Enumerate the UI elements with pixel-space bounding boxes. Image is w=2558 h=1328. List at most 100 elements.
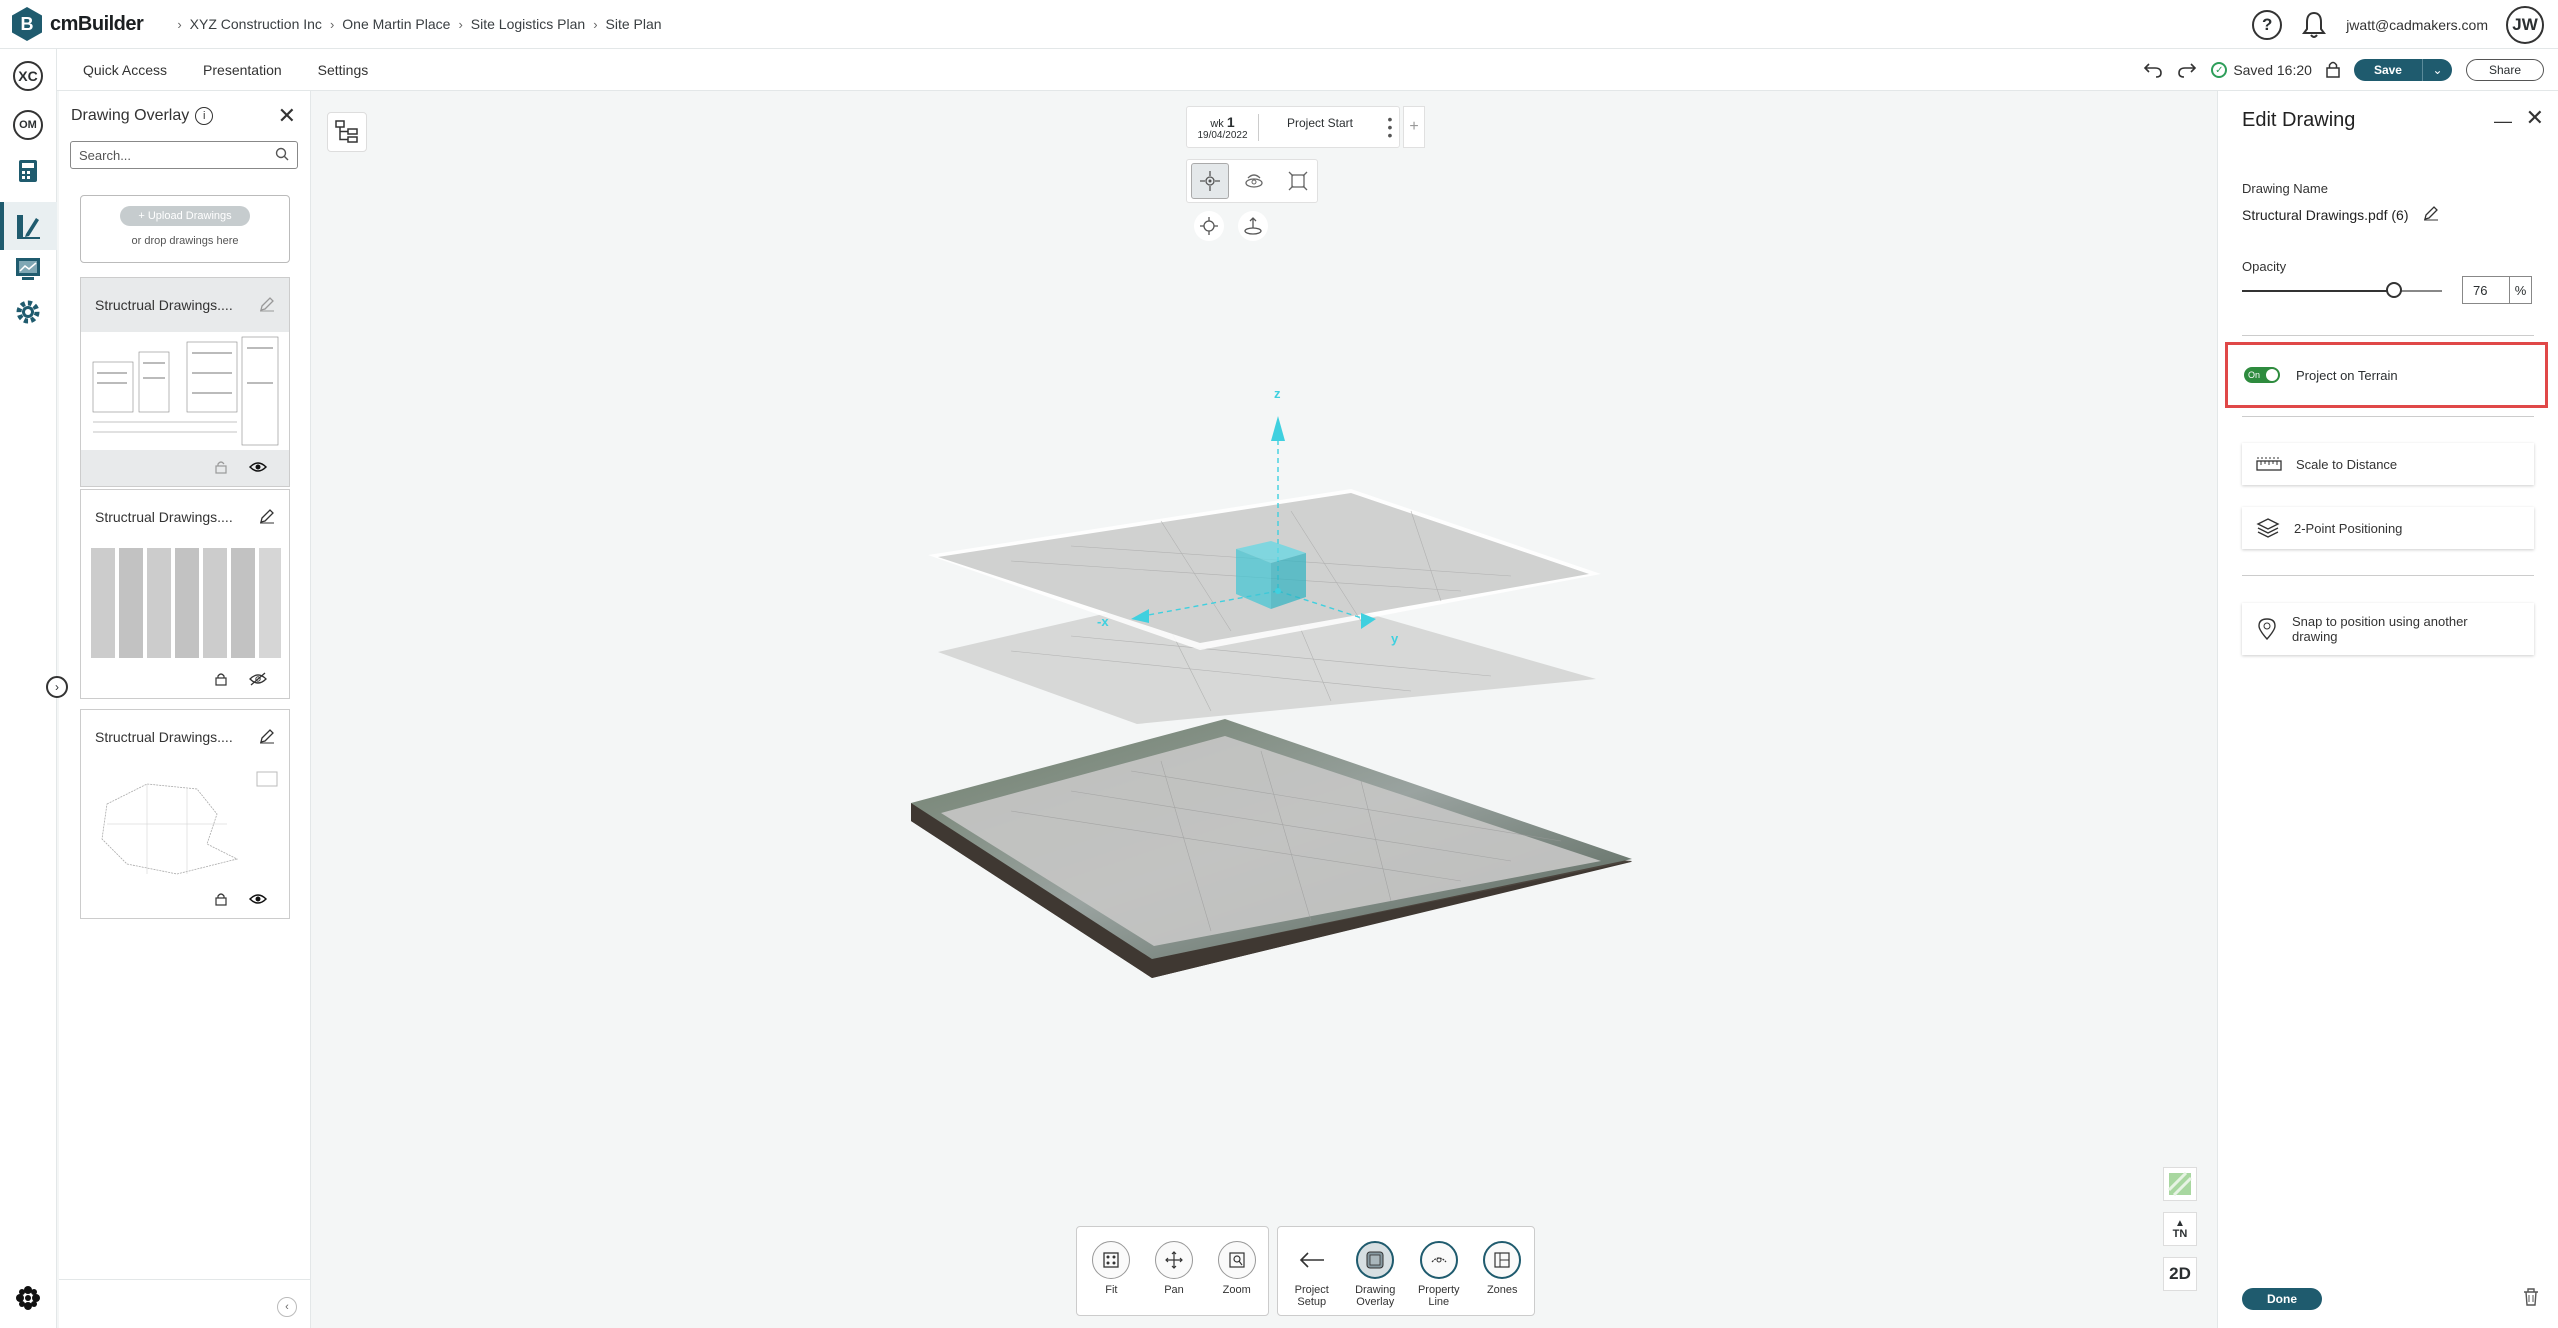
gear-icon[interactable] bbox=[14, 298, 42, 326]
add-phase-button[interactable]: + bbox=[1403, 106, 1425, 148]
drawing-card[interactable]: Structrual Drawings.... bbox=[80, 709, 290, 919]
trash-icon[interactable] bbox=[2522, 1287, 2542, 1309]
scale-icon bbox=[1288, 171, 1308, 191]
apps-menu-icon[interactable] bbox=[15, 1285, 41, 1311]
fit-tool[interactable]: Fit bbox=[1080, 1241, 1143, 1296]
project-toolbar: Project Setup Drawing Overlay Property L… bbox=[1277, 1226, 1535, 1316]
info-icon[interactable]: i bbox=[195, 107, 214, 125]
drawing-card[interactable]: Structrual Drawings.... bbox=[80, 277, 290, 487]
drawing-thumbnail bbox=[87, 544, 283, 662]
scale-to-distance-button[interactable]: Scale to Distance bbox=[2242, 443, 2534, 485]
avatar[interactable]: JW bbox=[2506, 5, 2544, 44]
breadcrumb-item-project[interactable]: One Martin Place bbox=[342, 16, 450, 32]
drawing-card-name: Structrual Drawings.... bbox=[95, 509, 233, 525]
lock-icon[interactable] bbox=[2326, 60, 2340, 81]
two-point-positioning-button[interactable]: 2-Point Positioning bbox=[2242, 507, 2534, 549]
zoom-tool[interactable]: Zoom bbox=[1205, 1241, 1268, 1296]
menu-quick-access[interactable]: Quick Access bbox=[83, 62, 167, 78]
edit-pencil-icon[interactable] bbox=[259, 296, 275, 315]
drawing-pen-icon[interactable] bbox=[14, 212, 42, 240]
pivot-button[interactable] bbox=[1194, 211, 1224, 241]
edit-pencil-icon[interactable] bbox=[2423, 205, 2439, 224]
close-icon[interactable]: ✕ bbox=[278, 103, 296, 129]
axis-y-label: y bbox=[1391, 631, 1399, 646]
chevron-left-icon[interactable]: ‹ bbox=[277, 1297, 297, 1317]
redo-icon[interactable] bbox=[2177, 60, 2197, 81]
edit-pencil-icon[interactable] bbox=[259, 728, 275, 747]
breadcrumb-item-plan[interactable]: Site Logistics Plan bbox=[471, 16, 585, 32]
menu-settings[interactable]: Settings bbox=[318, 62, 369, 78]
property-line-tool[interactable]: Property Line bbox=[1407, 1241, 1471, 1308]
drawing-overlay-tool[interactable]: Drawing Overlay bbox=[1344, 1241, 1408, 1308]
upload-drawings-button[interactable]: + Upload Drawings bbox=[120, 206, 250, 226]
save-button[interactable]: Save bbox=[2353, 59, 2422, 81]
drawing-overlay-label-1: Drawing bbox=[1355, 1284, 1396, 1296]
opacity-slider[interactable] bbox=[2242, 282, 2442, 298]
search-input[interactable]: Search... bbox=[70, 141, 298, 169]
chevron-right-icon[interactable]: › bbox=[46, 676, 68, 698]
phase-name[interactable]: Project Start bbox=[1259, 107, 1381, 130]
card-header: Structrual Drawings.... bbox=[81, 278, 289, 332]
share-button[interactable]: Share bbox=[2465, 59, 2544, 81]
lock-icon[interactable] bbox=[215, 892, 227, 909]
app-logo[interactable]: B cmBuilder bbox=[12, 7, 144, 41]
company-badge[interactable]: XC bbox=[13, 61, 43, 91]
layer-tree-button[interactable] bbox=[327, 112, 367, 152]
drawing-overlay-icon bbox=[1356, 1241, 1395, 1279]
drawing-card[interactable]: Structrual Drawings.... bbox=[80, 489, 290, 699]
breadcrumb-item-current[interactable]: Site Plan bbox=[606, 16, 662, 32]
zones-tool[interactable]: Zones bbox=[1471, 1241, 1535, 1296]
project-on-terrain-toggle[interactable]: On bbox=[2244, 367, 2280, 383]
done-button[interactable]: Done bbox=[2242, 1288, 2322, 1310]
true-north-button[interactable]: ▲ TN bbox=[2163, 1212, 2197, 1246]
view-2d-button[interactable]: 2D bbox=[2163, 1257, 2197, 1291]
drawing-card-name: Structrual Drawings.... bbox=[95, 297, 233, 313]
presentation-icon[interactable] bbox=[14, 255, 42, 283]
elevation-icon bbox=[1244, 217, 1262, 235]
zones-icon bbox=[1483, 1241, 1522, 1279]
lock-icon[interactable] bbox=[215, 672, 227, 689]
map-layer-button[interactable] bbox=[2163, 1167, 2197, 1201]
snap-position-button[interactable]: Snap to position using another drawing bbox=[2242, 603, 2534, 655]
edit-drawing-panel: Edit Drawing — ✕ Drawing Name Structural… bbox=[2217, 91, 2558, 1328]
week-indicator: wk 1 19/04/2022 bbox=[1187, 113, 1259, 141]
minimize-icon[interactable]: — bbox=[2494, 111, 2512, 132]
undo-icon[interactable] bbox=[2143, 60, 2163, 81]
pan-tool[interactable]: Pan bbox=[1143, 1241, 1206, 1296]
bell-icon[interactable] bbox=[2300, 10, 2328, 40]
card-footer bbox=[81, 662, 289, 698]
panel-title: Drawing Overlay i bbox=[71, 107, 214, 125]
eye-icon[interactable] bbox=[248, 461, 268, 476]
edit-pencil-icon[interactable] bbox=[259, 508, 275, 527]
scale-mode-button[interactable] bbox=[1279, 163, 1317, 199]
opacity-slider-thumb[interactable] bbox=[2386, 282, 2402, 298]
project-setup-tool[interactable]: Project Setup bbox=[1280, 1241, 1344, 1308]
eye-icon[interactable] bbox=[248, 893, 268, 908]
close-icon[interactable]: ✕ bbox=[2526, 105, 2544, 131]
project-badge[interactable]: OM bbox=[13, 110, 43, 140]
app-name: cmBuilder bbox=[50, 12, 144, 35]
transform-mode-group bbox=[1186, 159, 1318, 203]
logo-icon: B bbox=[12, 7, 42, 41]
user-email[interactable]: jwatt@cadmakers.com bbox=[2346, 17, 2488, 33]
menu-presentation[interactable]: Presentation bbox=[203, 62, 282, 78]
viewport-canvas[interactable]: z -x y wk 1 19/04/2022 Project Start • • •… bbox=[311, 91, 2217, 1328]
opacity-input[interactable]: 76 % bbox=[2462, 276, 2532, 304]
elevation-button[interactable] bbox=[1238, 211, 1268, 241]
calculator-icon[interactable] bbox=[14, 157, 42, 185]
property-line-label-1: Property bbox=[1417, 1284, 1460, 1296]
help-icon[interactable]: ? bbox=[2252, 9, 2283, 40]
timeline-week-selector[interactable]: wk 1 19/04/2022 Project Start • • • bbox=[1186, 106, 1400, 148]
eye-off-icon[interactable] bbox=[249, 672, 267, 689]
save-controls: ✓ Saved 16:20 Save ⌄ Share bbox=[2143, 49, 2544, 91]
move-mode-button[interactable] bbox=[1191, 163, 1229, 199]
breadcrumb-item-company[interactable]: XYZ Construction Inc bbox=[190, 16, 322, 32]
rotate-mode-button[interactable] bbox=[1235, 163, 1273, 199]
lock-icon[interactable] bbox=[215, 460, 227, 477]
upload-dropzone[interactable]: + Upload Drawings or drop drawings here bbox=[80, 195, 290, 263]
chevron-down-icon[interactable]: ⌄ bbox=[2421, 59, 2452, 81]
drawing-card-name: Structrual Drawings.... bbox=[95, 729, 233, 745]
opacity-value: 76 bbox=[2473, 282, 2488, 298]
more-vertical-icon[interactable]: • • • bbox=[1381, 112, 1399, 142]
save-status: ✓ Saved 16:20 bbox=[2211, 62, 2312, 78]
